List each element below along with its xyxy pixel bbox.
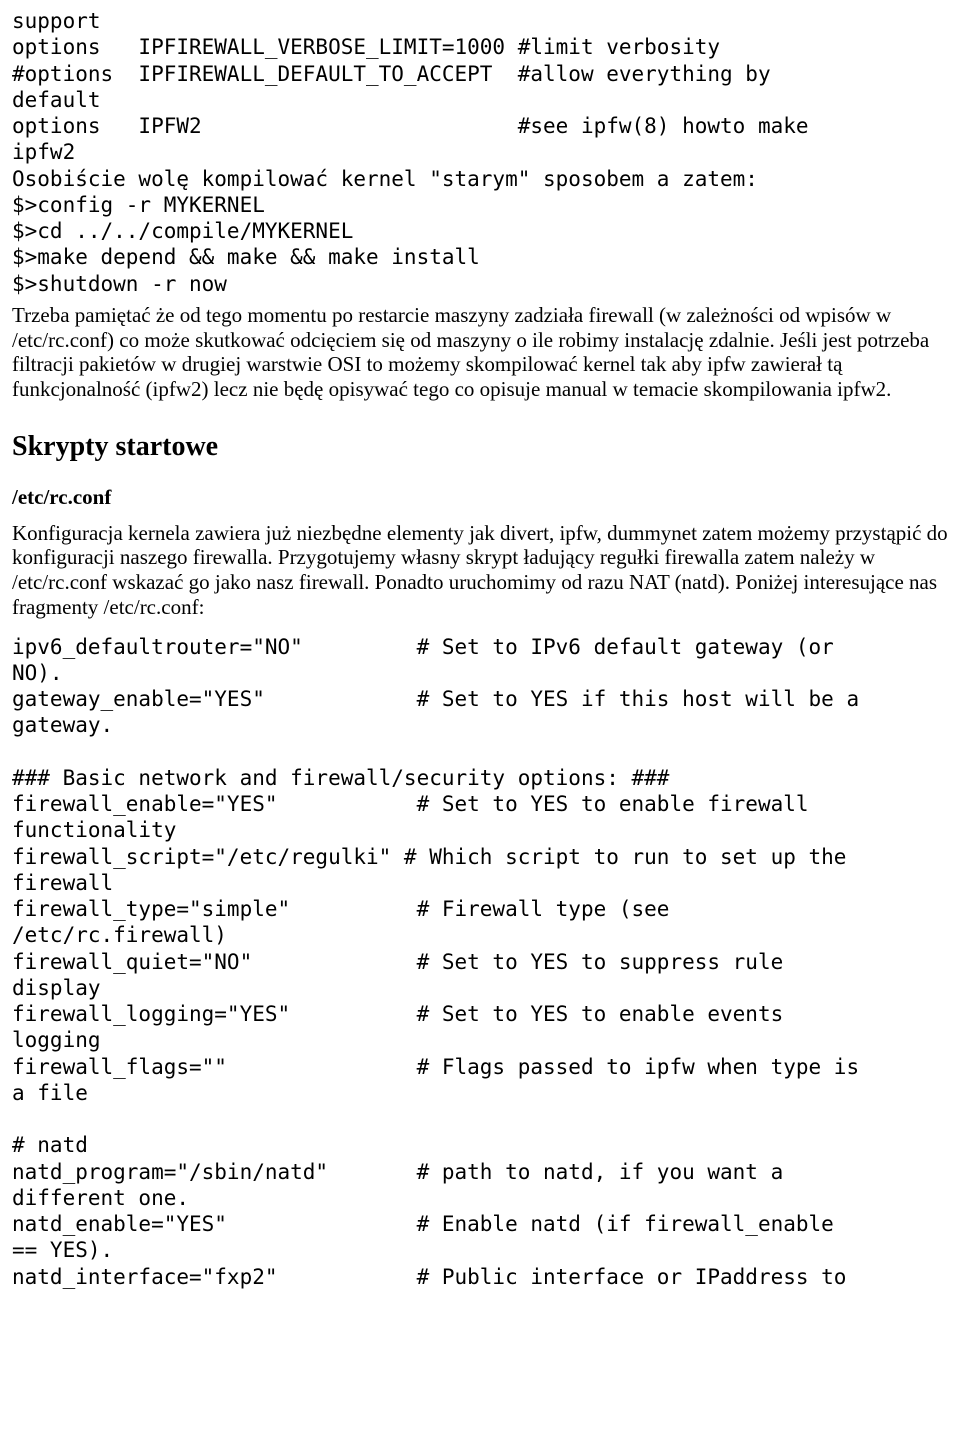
heading-skrypty-startowe: Skrypty startowe: [12, 430, 948, 464]
code-block-compile: $>config -r MYKERNEL $>cd ../../compile/…: [12, 192, 948, 297]
code-compile-intro: Osobiście wolę kompilować kernel "starym…: [12, 166, 948, 192]
code-block-rc-conf: ipv6_defaultrouter="NO" # Set to IPv6 de…: [12, 634, 948, 1290]
subheading-etc-rc-conf: /etc/rc.conf: [12, 485, 948, 510]
paragraph-config-intro: Konfiguracja kernela zawiera już niezbęd…: [12, 521, 948, 620]
code-block-kernel-options: support options IPFIREWALL_VERBOSE_LIMIT…: [12, 8, 948, 166]
paragraph-warning: Trzeba pamiętać że od tego momentu po re…: [12, 303, 948, 402]
